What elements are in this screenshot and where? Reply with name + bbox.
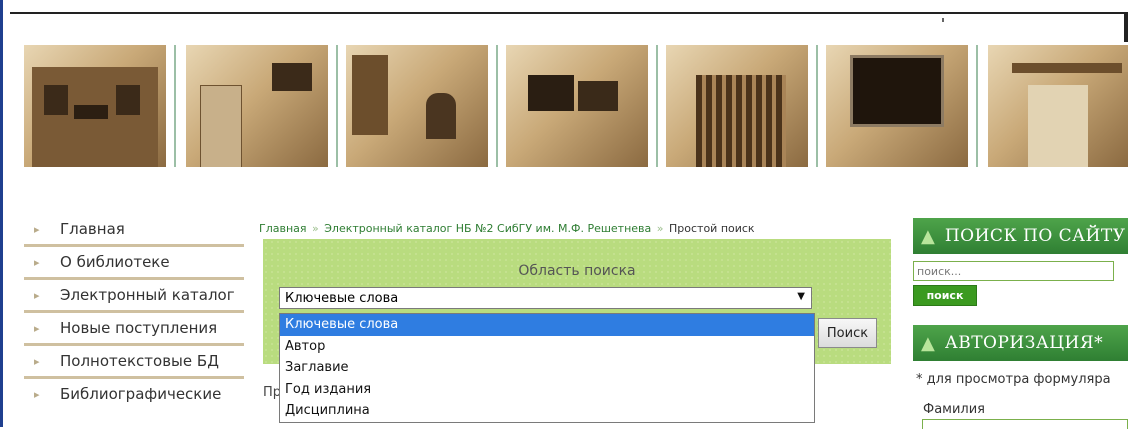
sidebar-item-label: О библиотеке [60,253,170,271]
sidebar-item-catalog[interactable]: ▸ Электронный каталог [24,280,244,313]
sidebar-item-fulltext-db[interactable]: ▸ Полнотекстовые БД [24,346,244,379]
dropdown-option-keywords[interactable]: Ключевые слова [280,314,814,336]
select-current-value: Ключевые слова [285,290,399,306]
dropdown-option-discipline[interactable]: Дисциплина [280,400,814,422]
sidebar-item-bibliographic[interactable]: ▸ Библиографические [24,379,244,409]
top-dot [942,18,944,22]
banner-divider [174,45,176,167]
sidebar-item-label: Электронный каталог [60,286,235,304]
search-field-dropdown[interactable]: Ключевые слова Автор Заглавие Год издани… [279,313,815,423]
auth-title: АВТОРИЗАЦИЯ* [944,333,1104,353]
header-banner [24,45,1128,171]
computer-lab-photo [506,45,648,167]
search-field-select[interactable]: Ключевые слова ▼ [279,287,812,309]
dropdown-option-year[interactable]: Год издания [280,379,814,401]
arrow-right-icon: ▸ [34,255,40,269]
tree-icon: ▲ [921,225,935,247]
surname-input[interactable] [922,419,1128,429]
top-border-line [10,12,1124,14]
banner-divider [816,45,818,167]
top-border-corner [1124,12,1128,42]
breadcrumb-home-link[interactable]: Главная [259,222,307,235]
site-search-header: ▲ ПОИСК ПО САЙТУ [913,218,1128,254]
sidebar-item-home[interactable]: ▸ Главная [24,214,244,247]
breadcrumb-catalog-link[interactable]: Электронный каталог НБ №2 СибГУ им. М.Ф.… [324,222,651,235]
banner-divider [976,45,978,167]
bookshelves-photo [666,45,808,167]
sidebar-item-label: Новые поступления [60,319,218,337]
banner-divider [656,45,658,167]
sidebar-item-label: Библиографические [60,385,222,403]
site-search-placeholder: поиск... [917,264,962,278]
monitor-scanner-photo [826,45,968,167]
arrow-right-icon: ▸ [34,354,40,368]
breadcrumb-separator: » [656,222,664,235]
arrow-right-icon: ▸ [34,222,40,236]
sidebar-item-label: Полнотекстовые БД [60,352,219,370]
building-interior-photo [988,45,1128,167]
auth-header: ▲ АВТОРИЗАЦИЯ* [913,325,1128,361]
breadcrumb-current: Простой поиск [669,222,755,235]
dropdown-option-title[interactable]: Заглавие [280,357,814,379]
arrow-right-icon: ▸ [34,387,40,401]
breadcrumb: Главная » Электронный каталог НБ №2 СибГ… [259,222,755,235]
library-building-photo [24,45,166,167]
reading-room-photo [346,45,488,167]
search-area-title: Область поиска [518,263,636,279]
banner-divider [496,45,498,167]
tree-icon: ▲ [921,332,935,354]
arrow-right-icon: ▸ [34,288,40,302]
breadcrumb-separator: » [312,222,319,235]
sidebar-item-new-arrivals[interactable]: ▸ Новые поступления [24,313,244,346]
site-search-title: ПОИСК ПО САЙТУ [944,226,1126,246]
search-button[interactable]: Поиск [818,318,877,348]
dropdown-option-author[interactable]: Автор [280,336,814,358]
auth-note: * для просмотра формуляра [916,372,1111,387]
dropdown-arrow-icon: ▼ [797,291,805,302]
site-search-button[interactable]: поиск [913,285,977,306]
book-tower-photo [186,45,328,167]
sidebar-nav: ▸ Главная ▸ О библиотеке ▸ Электронный к… [24,214,244,409]
site-search-input[interactable]: поиск... [913,261,1114,281]
page-left-border [0,0,3,427]
sidebar-item-about[interactable]: ▸ О библиотеке [24,247,244,280]
sidebar-item-label: Главная [60,220,125,238]
surname-label: Фамилия [923,402,985,417]
arrow-right-icon: ▸ [34,321,40,335]
banner-divider [336,45,338,167]
